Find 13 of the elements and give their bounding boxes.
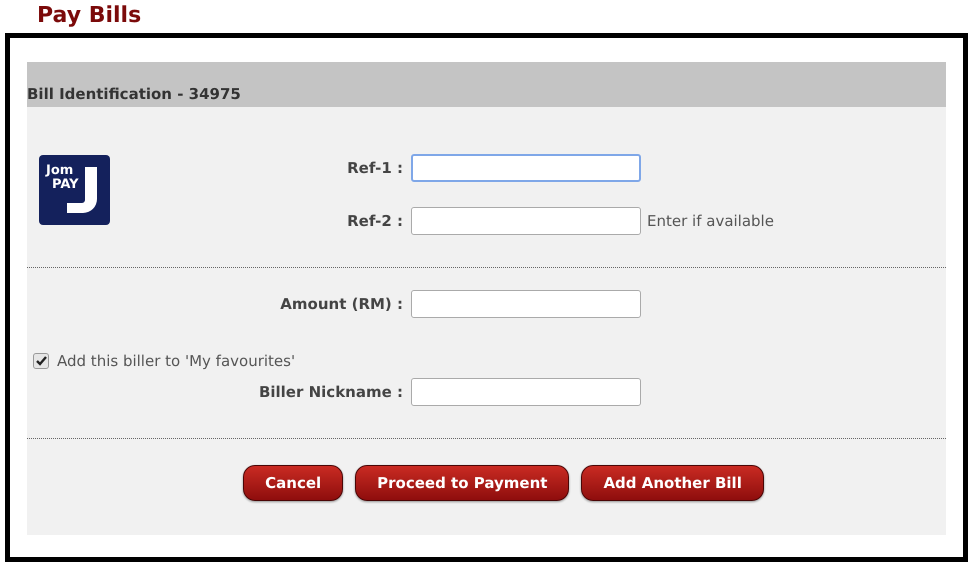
field-label: Ref-1 : <box>347 158 403 179</box>
page-title: Pay Bills <box>37 2 142 30</box>
field-label: Biller Nickname : <box>258 382 403 403</box>
field-label: Amount (RM) : <box>280 294 403 315</box>
checkbox-label: Add this biller to 'My favourites' <box>57 350 296 372</box>
field-label: Ref-2 : <box>347 210 403 232</box>
logo-text: PAY <box>52 178 79 191</box>
action-button[interactable]: Cancel <box>243 465 344 501</box>
action-button[interactable]: Add Another Bill <box>581 465 764 501</box>
action-button[interactable]: Proceed to Payment <box>355 465 570 501</box>
field-hint: Enter if available <box>647 210 774 232</box>
section-title: Bill Identification - 34975 <box>27 84 241 104</box>
logo-text: Jom <box>46 164 74 177</box>
